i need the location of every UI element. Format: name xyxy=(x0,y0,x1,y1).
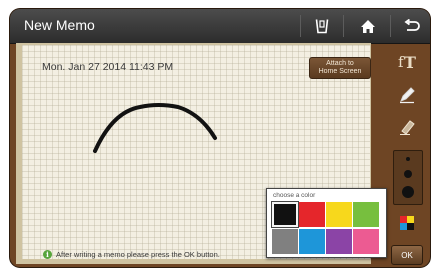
pen-size-selector xyxy=(393,150,423,205)
hint-message: i After writing a memo please press the … xyxy=(43,250,220,259)
color-swatch[interactable] xyxy=(299,229,325,254)
info-icon: i xyxy=(43,250,52,259)
divider xyxy=(343,15,344,37)
color-swatch[interactable] xyxy=(271,201,299,228)
ok-button[interactable]: OK xyxy=(391,245,423,265)
palette-title: choose a color xyxy=(273,192,316,199)
svg-text:T: T xyxy=(404,53,416,71)
pen-icon[interactable] xyxy=(395,83,419,107)
memo-window: New Memo Mon. Jan 27 2014 11:43 PM Attac… xyxy=(10,9,430,267)
pen-size-medium[interactable] xyxy=(404,170,412,178)
pen-size-small[interactable] xyxy=(406,157,410,161)
home-icon[interactable] xyxy=(356,16,380,36)
back-icon[interactable] xyxy=(400,16,424,36)
hint-text: After writing a memo please press the OK… xyxy=(56,250,220,259)
pen-size-large[interactable] xyxy=(402,186,414,198)
color-picker-icon[interactable] xyxy=(395,211,419,235)
color-swatch[interactable] xyxy=(272,229,298,254)
text-icon[interactable]: f T xyxy=(395,49,419,73)
page-title: New Memo xyxy=(24,17,95,33)
color-palette: choose a color xyxy=(266,188,387,258)
eraser-icon[interactable] xyxy=(395,115,419,139)
divider xyxy=(300,15,301,37)
color-swatch[interactable] xyxy=(326,229,352,254)
title-bar: New Memo xyxy=(10,9,430,44)
color-swatch[interactable] xyxy=(299,202,325,227)
divider xyxy=(390,15,391,37)
color-swatch[interactable] xyxy=(353,202,379,227)
clipboard-icon[interactable] xyxy=(310,16,334,36)
color-swatch[interactable] xyxy=(326,202,352,227)
color-swatch[interactable] xyxy=(353,229,379,254)
